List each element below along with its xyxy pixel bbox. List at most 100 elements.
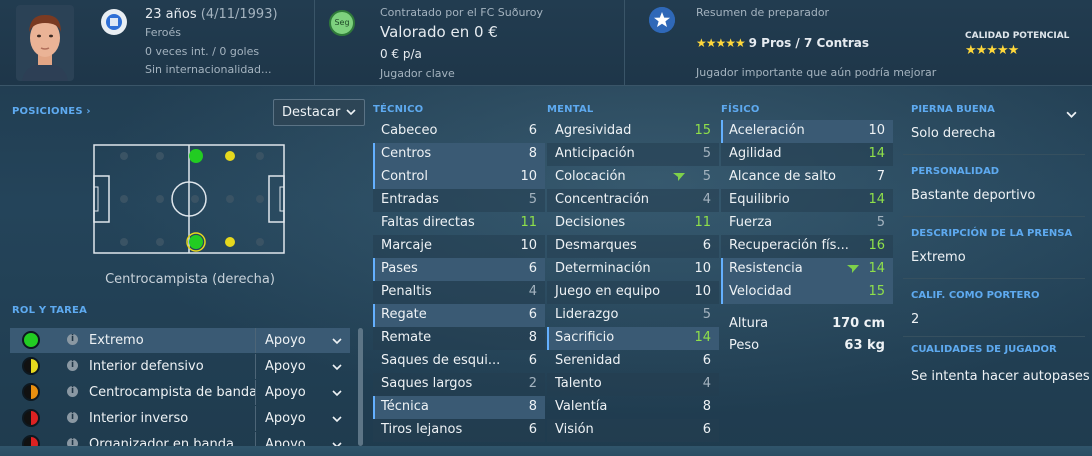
attribute-row[interactable]: Visión 6 xyxy=(547,419,719,442)
position-dot-aml-secondary xyxy=(225,151,235,161)
chevron-down-icon[interactable] xyxy=(1066,109,1077,120)
duty-dropdown[interactable]: Apoyo xyxy=(255,380,350,405)
attribute-row[interactable]: Colocación 5 xyxy=(547,166,719,189)
role-name: Interior inverso xyxy=(89,411,189,426)
potential-label: CALIDAD POTENCIAL xyxy=(965,31,1070,41)
attribute-row[interactable]: Penaltis 4 xyxy=(373,281,545,304)
attribute-row[interactable]: Valentía 8 xyxy=(547,396,719,419)
attribute-row[interactable]: Remate 8 xyxy=(373,327,545,350)
potential-stars-icon: ★★★★★ xyxy=(965,43,1019,58)
attribute-row[interactable]: Juego en equipo 10 xyxy=(547,281,719,304)
attribute-row[interactable]: Anticipación 5 xyxy=(547,143,719,166)
attribute-row[interactable]: Agilidad 14 xyxy=(721,143,893,166)
duty-dropdown[interactable]: Apoyo xyxy=(255,328,350,353)
attribute-row[interactable]: Resistencia 14 xyxy=(721,258,893,281)
attribute-value: 5 xyxy=(876,215,885,230)
attribute-row[interactable]: Talento 4 xyxy=(547,373,719,396)
duty-dropdown[interactable]: Apoyo xyxy=(255,354,350,379)
attribute-row[interactable]: Desmarques 6 xyxy=(547,235,719,258)
info-icon[interactable]: i xyxy=(67,386,78,397)
attribute-value: 4 xyxy=(702,192,711,207)
attribute-label: Decisiones xyxy=(555,215,626,230)
attribute-row[interactable]: Centros 8 xyxy=(373,143,545,166)
role-row[interactable]: i Interior defensivo Apoyo xyxy=(10,354,350,379)
info-icon[interactable]: i xyxy=(67,412,78,423)
contract-club: Contratado por el FC Suðuroy xyxy=(380,6,543,19)
attribute-value: 15 xyxy=(694,123,711,138)
role-row[interactable]: i Extremo Apoyo xyxy=(10,328,350,353)
attribute-row[interactable]: Determinación 10 xyxy=(547,258,719,281)
attribute-label: Juego en equipo xyxy=(555,284,661,299)
highlight-dropdown[interactable]: Destacar xyxy=(273,99,365,126)
coach-report[interactable]: Resumen de preparador ★★★★★ 9 Pros / 7 C… xyxy=(624,0,949,86)
attribute-row[interactable]: Cabeceo 6 xyxy=(373,120,545,143)
attribute-row[interactable]: Aceleración 10 xyxy=(721,120,893,143)
attribute-row[interactable]: Liderazgo 5 xyxy=(547,304,719,327)
role-row[interactable]: i Interior inverso Apoyo xyxy=(10,406,350,431)
player-header: 23 años (4/11/1993) Feroés 0 veces int. … xyxy=(0,0,1092,86)
attribute-row[interactable]: Concentración 4 xyxy=(547,189,719,212)
attribute-label: Valentía xyxy=(555,399,608,414)
coach-rating: ★★★★★ 9 Pros / 7 Contras xyxy=(696,36,870,50)
attribute-value: 6 xyxy=(702,353,711,368)
mental-title: MENTAL xyxy=(547,104,594,115)
role-list-scrollbar[interactable] xyxy=(358,328,363,446)
role-row[interactable]: i Centrocampista de banda Apoyo xyxy=(10,380,350,405)
attribute-value: 10 xyxy=(694,284,711,299)
attribute-value: 8 xyxy=(528,399,537,414)
attribute-row[interactable]: Entradas 5 xyxy=(373,189,545,212)
positions-link[interactable]: POSICIONES › xyxy=(12,106,91,117)
info-icon[interactable]: i xyxy=(67,360,78,371)
chevron-down-icon xyxy=(332,416,342,423)
role-name: Interior defensivo xyxy=(89,359,204,374)
attribute-row[interactable]: Técnica 8 xyxy=(373,396,545,419)
physical-title: FÍSICO xyxy=(721,104,760,115)
attribute-value: 10 xyxy=(520,169,537,184)
attribute-label: Control xyxy=(381,169,428,184)
attribute-row[interactable]: Serenidad 6 xyxy=(547,350,719,373)
potential-ability: CALIDAD POTENCIAL ★★★★★ xyxy=(949,0,1092,86)
attribute-row[interactable]: Tiros lejanos 6 xyxy=(373,419,545,442)
duty-label: Apoyo xyxy=(265,359,306,374)
attribute-row[interactable]: Control 10 xyxy=(373,166,545,189)
nationality-flag-icon xyxy=(101,9,127,35)
attribute-label: Colocación xyxy=(555,169,626,184)
attribute-value: 4 xyxy=(528,284,537,299)
attribute-row[interactable]: Velocidad 15 xyxy=(721,281,893,304)
divider xyxy=(903,278,1085,279)
attribute-value: 5 xyxy=(702,169,711,184)
attribute-row[interactable]: Marcaje 10 xyxy=(373,235,545,258)
attribute-row[interactable]: Decisiones 11 xyxy=(547,212,719,235)
position-dot-aml xyxy=(189,149,203,163)
attribute-row[interactable]: Fuerza 5 xyxy=(721,212,893,235)
attribute-label: Cabeceo xyxy=(381,123,438,138)
attribute-label: Penaltis xyxy=(381,284,432,299)
attribute-row[interactable]: Faltas directas 11 xyxy=(373,212,545,235)
duty-dropdown[interactable]: Apoyo xyxy=(255,406,350,431)
attribute-label: Velocidad xyxy=(729,284,792,299)
info-icon[interactable]: i xyxy=(67,334,78,345)
attribute-label: Determinación xyxy=(555,261,651,276)
preferred-foot-title: PIERNA BUENA xyxy=(911,104,995,115)
attribute-row[interactable]: Alcance de salto 7 xyxy=(721,166,893,189)
attribute-value: 4 xyxy=(702,376,711,391)
height-value: 170 cm xyxy=(832,316,885,331)
attribute-row[interactable]: Pases 6 xyxy=(373,258,545,281)
attribute-row[interactable]: Saques de esqui... 6 xyxy=(373,350,545,373)
role-name: Centrocampista de banda xyxy=(89,385,258,400)
attribute-row[interactable]: Recuperación fís... 16 xyxy=(721,235,893,258)
role-suitability-icon xyxy=(22,383,40,401)
nationality: Feroés xyxy=(145,26,182,39)
attribute-row[interactable]: Sacrificio 14 xyxy=(547,327,719,350)
attribute-label: Técnica xyxy=(381,399,429,414)
attribute-label: Talento xyxy=(555,376,602,391)
attribute-value: 14 xyxy=(868,146,885,161)
attribute-row[interactable]: Agresividad 15 xyxy=(547,120,719,143)
position-caption: Centrocampista (derecha) xyxy=(105,272,275,287)
attribute-value: 15 xyxy=(868,284,885,299)
attribute-row[interactable]: Regate 6 xyxy=(373,304,545,327)
attribute-label: Saques de esqui... xyxy=(381,353,501,368)
attribute-row[interactable]: Equilibrio 14 xyxy=(721,189,893,212)
attribute-value: 6 xyxy=(528,261,537,276)
attribute-row[interactable]: Saques largos 2 xyxy=(373,373,545,396)
